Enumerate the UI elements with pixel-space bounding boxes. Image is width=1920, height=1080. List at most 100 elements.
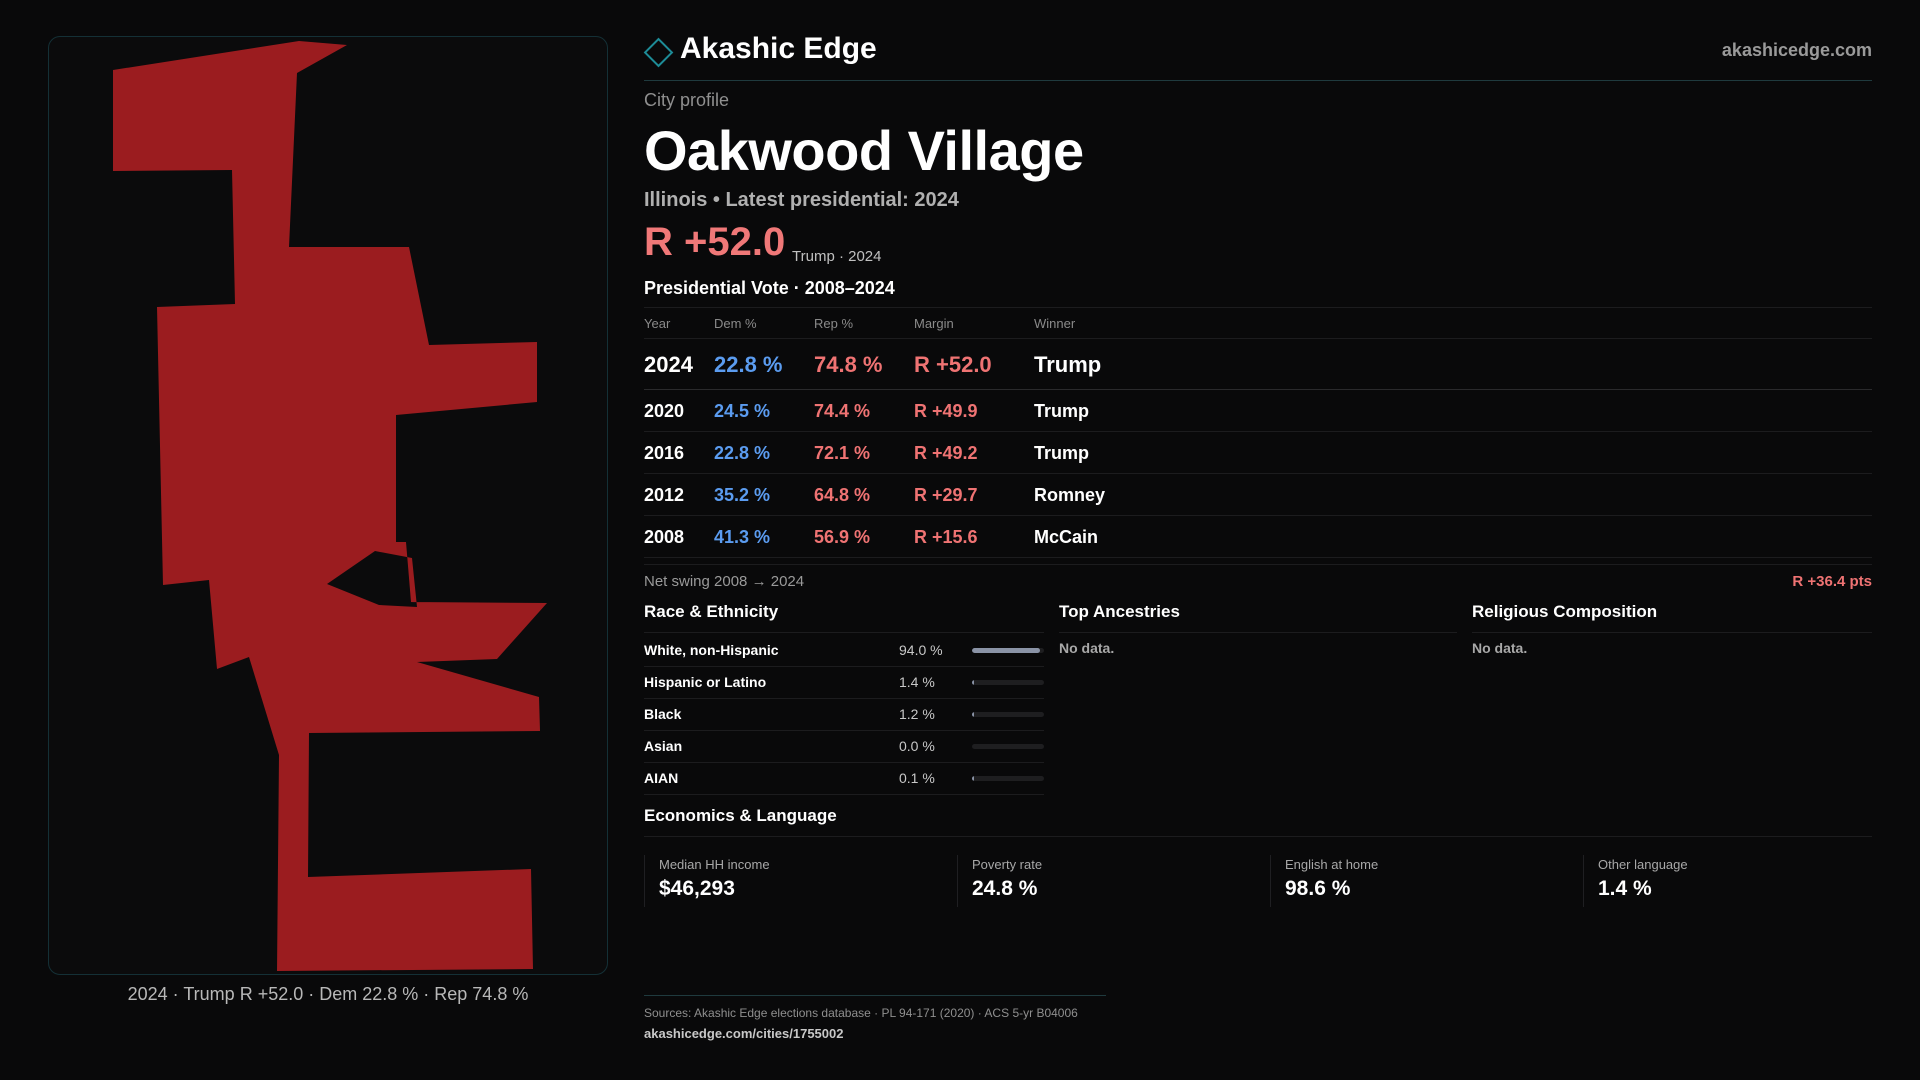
row-margin: R +15.6	[914, 527, 978, 547]
ancestries-section-rule	[1059, 632, 1457, 633]
econ-label: Median HH income	[659, 857, 770, 872]
row-dem: 41.3 %	[714, 527, 771, 547]
row-dem: 24.5 %	[714, 401, 771, 421]
row-year: 2008	[644, 527, 685, 547]
footer-rule	[644, 995, 1106, 996]
race-percent: 0.0 %	[899, 738, 935, 754]
row-rep: 74.8 %	[814, 352, 883, 377]
table-header: Year Dem % Rep % Margin Winner	[644, 308, 1872, 339]
econ-value: 1.4 %	[1598, 877, 1652, 900]
table-row: 2008 41.3 % 56.9 % R +15.6 McCain	[644, 516, 1872, 558]
row-rep: 64.8 %	[814, 485, 871, 505]
row-margin: R +49.2	[914, 443, 978, 463]
race-percent: 1.4 %	[899, 674, 935, 690]
site-link[interactable]: akashicedge.com	[1722, 40, 1872, 61]
row-winner: Trump	[1034, 352, 1102, 377]
latest-margin: R +52.0	[644, 220, 786, 264]
row-dem: 35.2 %	[714, 485, 771, 505]
race-section-rule	[644, 632, 1044, 633]
row-rep: 74.4 %	[814, 401, 871, 421]
city-map-panel[interactable]	[48, 36, 608, 975]
race-row: Black 1.2 %	[644, 698, 1044, 731]
race-row: AIAN 0.1 %	[644, 762, 1044, 795]
presidential-table: Year Dem % Rep % Margin Winner 2024 22.8…	[644, 307, 1872, 558]
econ-label: English at home	[1285, 857, 1379, 872]
brand-name[interactable]: Akashic Edge	[680, 32, 877, 66]
page-title: Oakwood Village	[644, 119, 1084, 182]
religion-empty: No data.	[1472, 640, 1528, 656]
race-bar-fill	[972, 776, 974, 781]
table-row: 2012 35.2 % 64.8 % R +29.7 Romney	[644, 474, 1872, 516]
net-swing-label: Net swing 2008 → 2024	[644, 573, 805, 590]
row-dem: 22.8 %	[714, 443, 771, 463]
econ-card-poverty: Poverty rate 24.8 %	[957, 855, 1258, 907]
column-header-dem: Dem %	[714, 316, 757, 331]
profile-kicker: City profile	[644, 90, 730, 110]
column-header-rep: Rep %	[814, 316, 854, 331]
row-margin: R +49.9	[914, 401, 978, 421]
econ-value: 98.6 %	[1285, 877, 1351, 900]
row-year: 2016	[644, 443, 685, 463]
table-row: 2016 22.8 % 72.1 % R +49.2 Trump	[644, 432, 1872, 474]
race-row: Asian 0.0 %	[644, 730, 1044, 763]
table-row: 2024 22.8 % 74.8 % R +52.0 Trump	[644, 339, 1872, 390]
latest-margin-note: Trump · 2024	[792, 248, 882, 265]
race-bar-fill	[972, 680, 974, 685]
row-margin: R +52.0	[914, 352, 992, 377]
religion-section-rule	[1472, 632, 1872, 633]
econ-card-income: Median HH income $46,293	[644, 855, 945, 907]
ancestries-empty: No data.	[1059, 640, 1115, 656]
race-row: White, non-Hispanic 94.0 %	[644, 634, 1044, 667]
profile-column: Akashic Edge akashicedge.com City profil…	[643, 28, 1872, 1041]
page-subtitle: Illinois • Latest presidential: 2024	[644, 189, 959, 211]
row-rep: 72.1 %	[814, 443, 871, 463]
race-bar	[972, 712, 1044, 717]
row-winner: McCain	[1034, 527, 1099, 547]
column-header-winner: Winner	[1034, 316, 1076, 331]
presidential-heading: Presidential Vote · 2008–2024	[644, 278, 895, 298]
net-swing-row: Net swing 2008 → 2024 R +36.4 pts	[644, 564, 1872, 599]
religion-section-title: Religious Composition	[1472, 602, 1658, 621]
econ-card-other-language: Other language 1.4 %	[1583, 855, 1884, 907]
econ-value: 24.8 %	[972, 877, 1038, 900]
row-winner: Trump	[1034, 401, 1090, 421]
race-percent: 0.1 %	[899, 770, 935, 786]
race-name: Black	[644, 706, 682, 722]
row-winner: Trump	[1034, 443, 1090, 463]
race-bar	[972, 744, 1044, 749]
economics-section-rule	[644, 836, 1872, 837]
race-name: White, non-Hispanic	[644, 642, 779, 658]
race-name: Asian	[644, 738, 683, 754]
race-section-title: Race & Ethnicity	[644, 602, 779, 621]
race-bar	[972, 648, 1044, 653]
map-caption: 2024 · Trump R +52.0 · Dem 22.8 % · Rep …	[127, 984, 529, 1004]
ancestries-section-title: Top Ancestries	[1059, 602, 1180, 621]
row-rep: 56.9 %	[814, 527, 871, 547]
race-percent: 94.0 %	[899, 642, 943, 658]
column-header-year: Year	[644, 316, 671, 331]
race-name: Hispanic or Latino	[644, 674, 767, 690]
econ-card-english: English at home 98.6 %	[1270, 855, 1571, 907]
row-dem: 22.8 %	[714, 352, 783, 377]
econ-label: Poverty rate	[972, 857, 1043, 872]
econ-label: Other language	[1598, 857, 1688, 872]
race-percent: 1.2 %	[899, 706, 935, 722]
race-row: Hispanic or Latino 1.4 %	[644, 666, 1044, 699]
row-year: 2012	[644, 485, 685, 505]
page-url-link[interactable]: akashicedge.com/cities/1755002	[644, 1026, 843, 1041]
city-boundary-map	[113, 41, 547, 971]
race-name: AIAN	[644, 770, 679, 786]
column-header-margin: Margin	[914, 316, 954, 331]
sources-note: Sources: Akashic Edge elections database…	[644, 1006, 1078, 1020]
econ-value: $46,293	[659, 877, 735, 900]
race-bar	[972, 680, 1044, 685]
row-year: 2024	[644, 352, 693, 377]
economics-section-title: Economics & Language	[644, 806, 837, 825]
row-year: 2020	[644, 401, 685, 421]
net-swing-value: R +36.4 pts	[1792, 573, 1872, 590]
site-header: Akashic Edge akashicedge.com	[643, 28, 1872, 81]
diamond-logo-icon[interactable]	[643, 37, 674, 68]
table-row: 2020 24.5 % 74.4 % R +49.9 Trump	[644, 390, 1872, 432]
city-boundary-shape	[113, 41, 547, 971]
row-margin: R +29.7	[914, 485, 978, 505]
